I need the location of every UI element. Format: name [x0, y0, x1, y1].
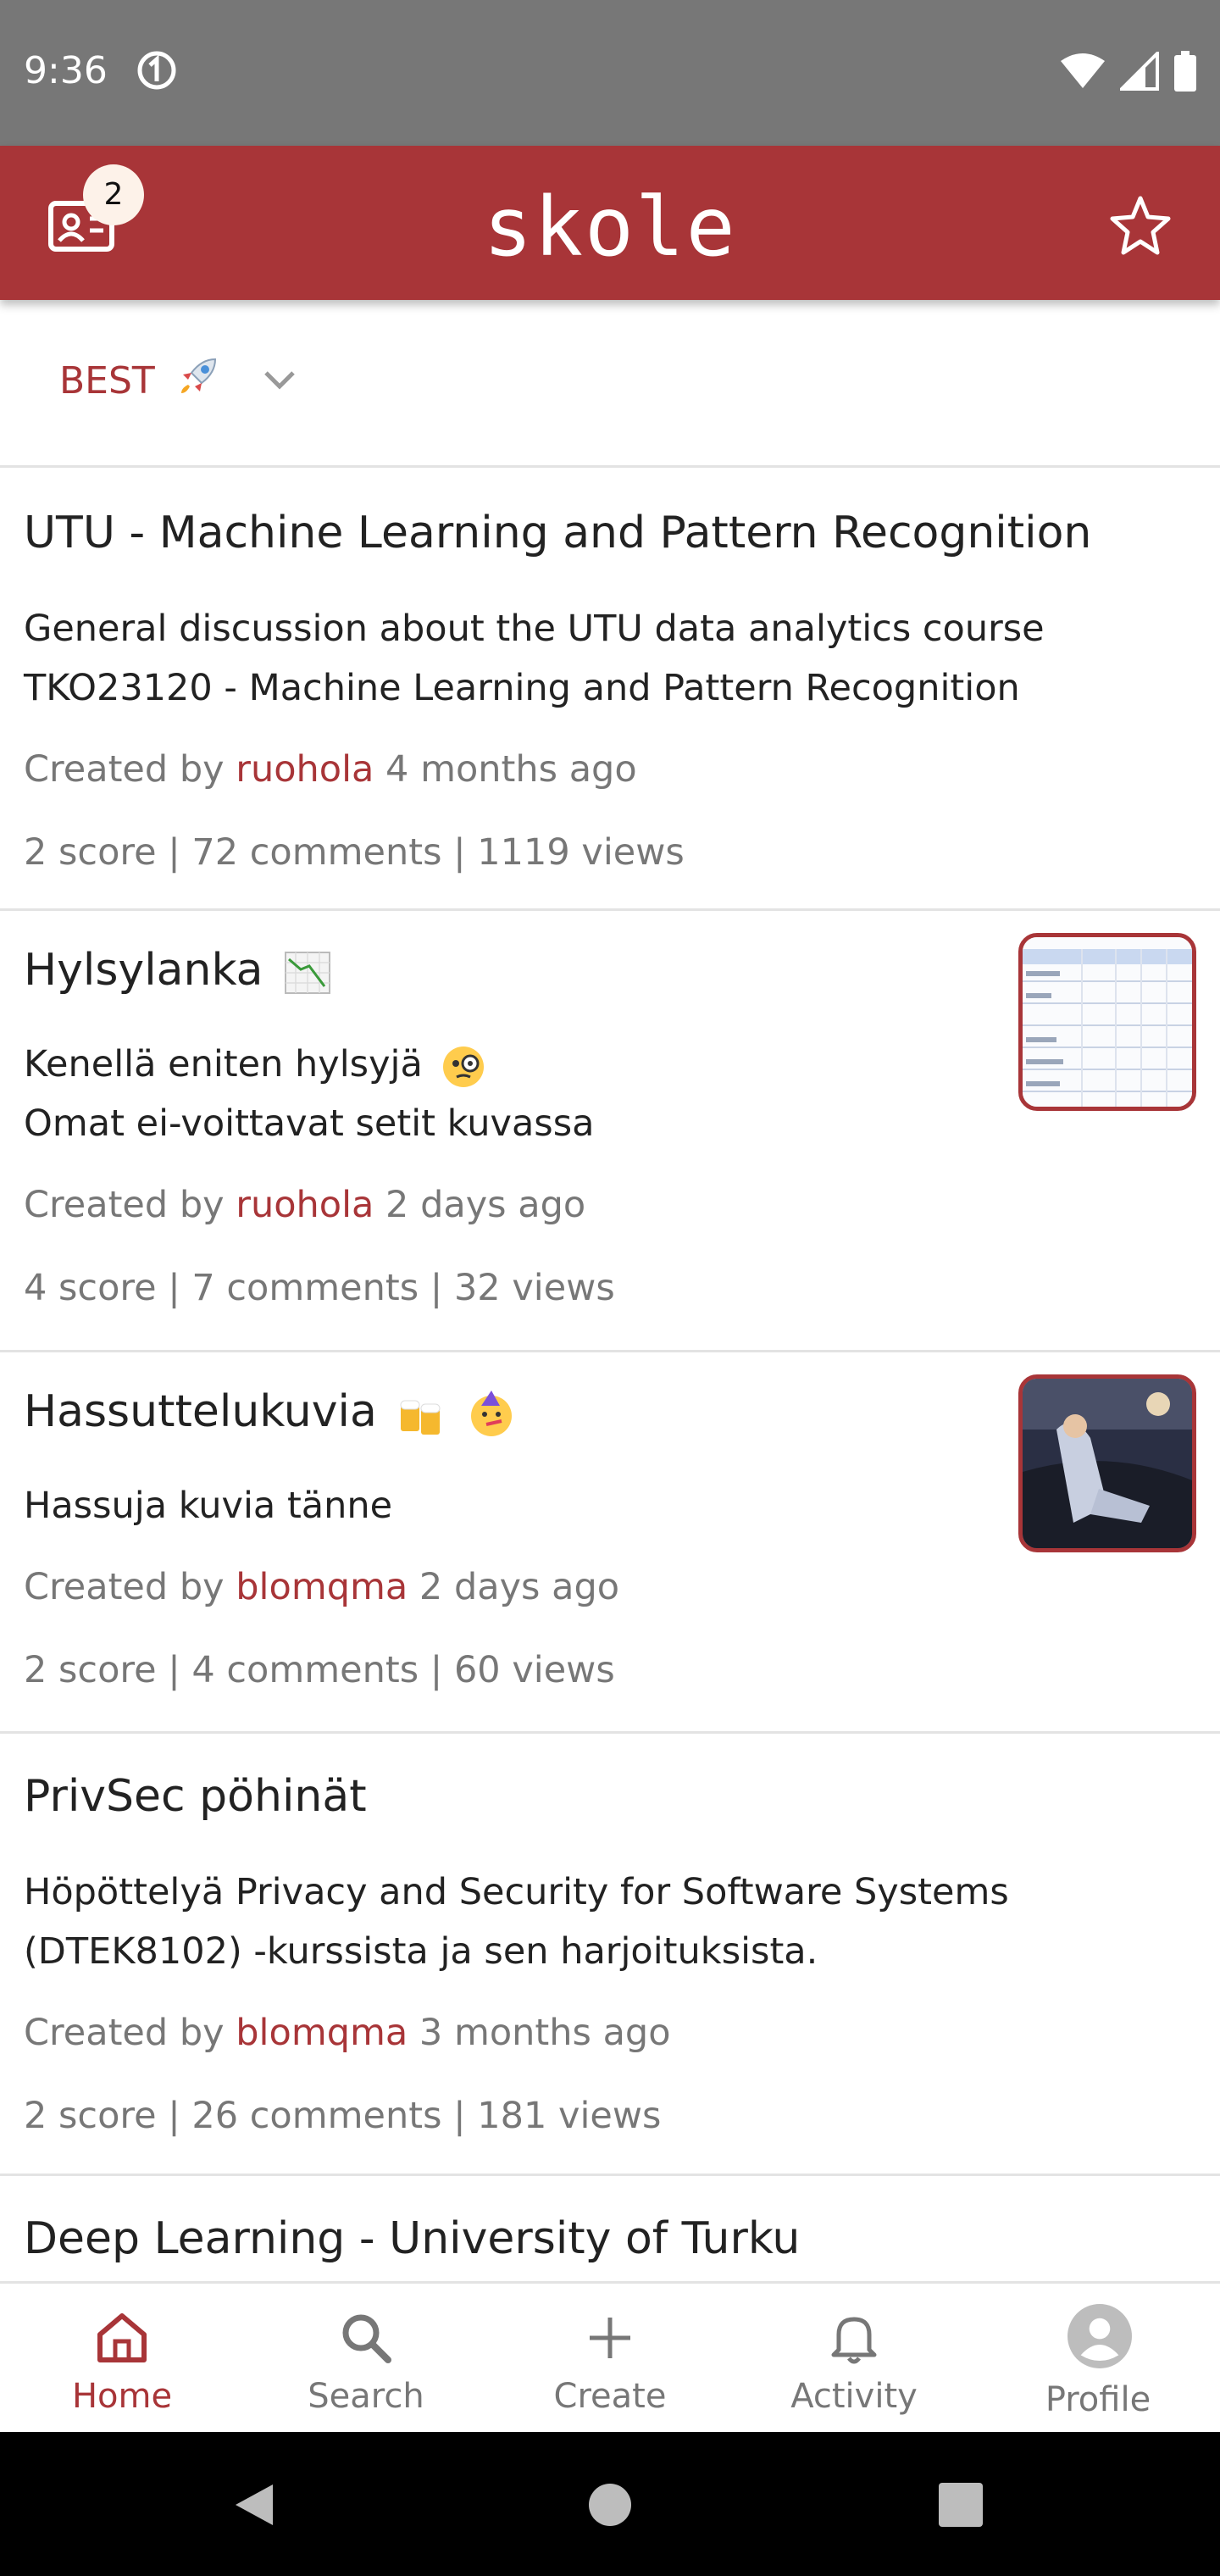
nav-label: Create	[553, 2377, 667, 2416]
rocket-icon	[181, 358, 217, 393]
author-link[interactable]: ruohola	[236, 748, 374, 791]
post-description: Hassuja kuvia tänne	[24, 1476, 1159, 1535]
wifi-icon	[1061, 53, 1105, 88]
post-meta: Created by blomqma 3 months ago	[24, 2012, 671, 2054]
post-description-line-row: Kenellä eniten hylsyjä	[24, 1035, 1159, 1094]
nav-label: Search	[308, 2377, 424, 2416]
plus-icon	[590, 2318, 630, 2358]
post-age: 4 months ago	[385, 748, 637, 791]
post-card[interactable]: Hassuttelukuvia Hassuja kuvia tänne Crea…	[0, 1352, 1220, 1734]
post-description-line: Omat ei-voittavat setit kuvassa	[24, 1102, 595, 1145]
post-age: 3 months ago	[419, 2012, 671, 2054]
post-feed[interactable]: UTU - Machine Learning and Pattern Recog…	[0, 470, 1220, 2281]
post-title: Hylsylanka	[24, 945, 263, 996]
author-link[interactable]: ruohola	[236, 1184, 374, 1226]
monocle-face-icon	[442, 1046, 484, 1087]
spreadsheet-thumbnail-image	[1023, 937, 1192, 1107]
post-title-row: Hassuttelukuvia	[24, 1386, 517, 1440]
app-title: skole	[483, 180, 737, 275]
system-navigation-bar	[0, 2432, 1220, 2576]
do-not-disturb-icon	[137, 51, 176, 90]
search-icon	[342, 2314, 391, 2363]
home-icon	[97, 2313, 147, 2362]
post-description-line: General discussion about the UTU data an…	[24, 608, 1045, 650]
post-stats: 2 score | 72 comments | 1119 views	[24, 831, 685, 874]
nav-label: Activity	[790, 2377, 918, 2416]
battery-icon	[1174, 51, 1196, 92]
status-time: 9:36	[24, 49, 108, 92]
post-card[interactable]: Hylsylanka Kenellä eniten hylsyjä Omat e…	[0, 911, 1220, 1352]
post-meta: Created by ruohola 4 months ago	[24, 748, 637, 791]
post-age: 2 days ago	[385, 1184, 586, 1226]
status-indicators	[1061, 49, 1196, 93]
post-title: UTU - Machine Learning and Pattern Recog…	[24, 508, 1092, 558]
nav-label: Profile	[1045, 2380, 1151, 2419]
post-stats: 2 score | 26 comments | 181 views	[24, 2095, 662, 2137]
post-description: General discussion about the UTU data an…	[24, 599, 1159, 718]
post-description-line: TKO23120 - Machine Learning and Pattern …	[24, 667, 1020, 709]
post-title: PrivSec pöhinät	[24, 1771, 367, 1822]
nav-home[interactable]: Home	[0, 2284, 244, 2434]
avatar-icon	[1068, 2304, 1132, 2368]
bottom-navigation: Home Search Create Activity Profile	[0, 2281, 1220, 2432]
post-description-line: Hassuja kuvia tänne	[24, 1485, 393, 1527]
post-description: Höpöttelyä Privacy and Security for Soft…	[24, 1863, 1159, 1981]
post-card[interactable]: PrivSec pöhinät Höpöttelyä Privacy and S…	[0, 1734, 1220, 2176]
created-by-label: Created by	[24, 1184, 225, 1226]
nav-activity[interactable]: Activity	[732, 2284, 976, 2434]
post-title: Hassuttelukuvia	[24, 1386, 377, 1437]
author-link[interactable]: blomqma	[236, 2012, 408, 2054]
post-title-row: Hylsylanka	[24, 945, 333, 998]
status-bar: 9:36	[0, 0, 1220, 146]
home-circle-icon[interactable]	[588, 2483, 632, 2527]
nav-label: Home	[71, 2377, 173, 2416]
post-description-line: Höpöttelyä Privacy and Security for Soft…	[24, 1871, 1009, 1913]
beer-mugs-icon	[400, 1400, 441, 1435]
post-description-line: (DTEK8102) -kurssista ja sen harjoituksi…	[24, 1930, 818, 1973]
nav-profile[interactable]: Profile	[976, 2284, 1220, 2434]
photo-thumbnail-image	[1023, 1379, 1192, 1548]
post-meta: Created by ruohola 2 days ago	[24, 1184, 585, 1226]
recents-icon[interactable]	[939, 2483, 983, 2527]
post-description: Kenellä eniten hylsyjä Omat ei-voittavat…	[24, 1035, 1159, 1153]
back-icon[interactable]	[230, 2481, 278, 2529]
nav-search[interactable]: Search	[244, 2284, 488, 2434]
cell-signal-icon	[1120, 52, 1159, 91]
post-card[interactable]: Deep Learning - University of Turku	[0, 2176, 1220, 2281]
post-age: 2 days ago	[419, 1566, 620, 1608]
sort-label: BEST	[59, 359, 155, 402]
created-by-label: Created by	[24, 2012, 225, 2054]
created-by-label: Created by	[24, 748, 225, 791]
post-thumbnail[interactable]	[1018, 1374, 1196, 1552]
created-by-label: Created by	[24, 1566, 225, 1608]
post-description-line: Kenellä eniten hylsyjä	[24, 1043, 423, 1085]
post-stats: 4 score | 7 comments | 32 views	[24, 1267, 615, 1309]
post-meta: Created by blomqma 2 days ago	[24, 1566, 619, 1608]
nav-create[interactable]: Create	[488, 2284, 732, 2434]
app-bar: 2 skole	[0, 146, 1220, 300]
star-icon[interactable]	[1108, 193, 1173, 258]
post-thumbnail[interactable]	[1018, 933, 1196, 1111]
chevron-down-icon[interactable]	[259, 359, 300, 400]
post-card[interactable]: UTU - Machine Learning and Pattern Recog…	[0, 470, 1220, 911]
bell-icon	[831, 2317, 877, 2364]
chart-decreasing-icon	[285, 952, 331, 994]
post-stats: 2 score | 4 comments | 60 views	[24, 1649, 615, 1691]
author-link[interactable]: blomqma	[236, 1566, 408, 1608]
sort-selector[interactable]: BEST	[0, 300, 1220, 468]
party-face-icon	[470, 1391, 512, 1436]
post-title: Deep Learning - University of Turku	[24, 2213, 801, 2264]
